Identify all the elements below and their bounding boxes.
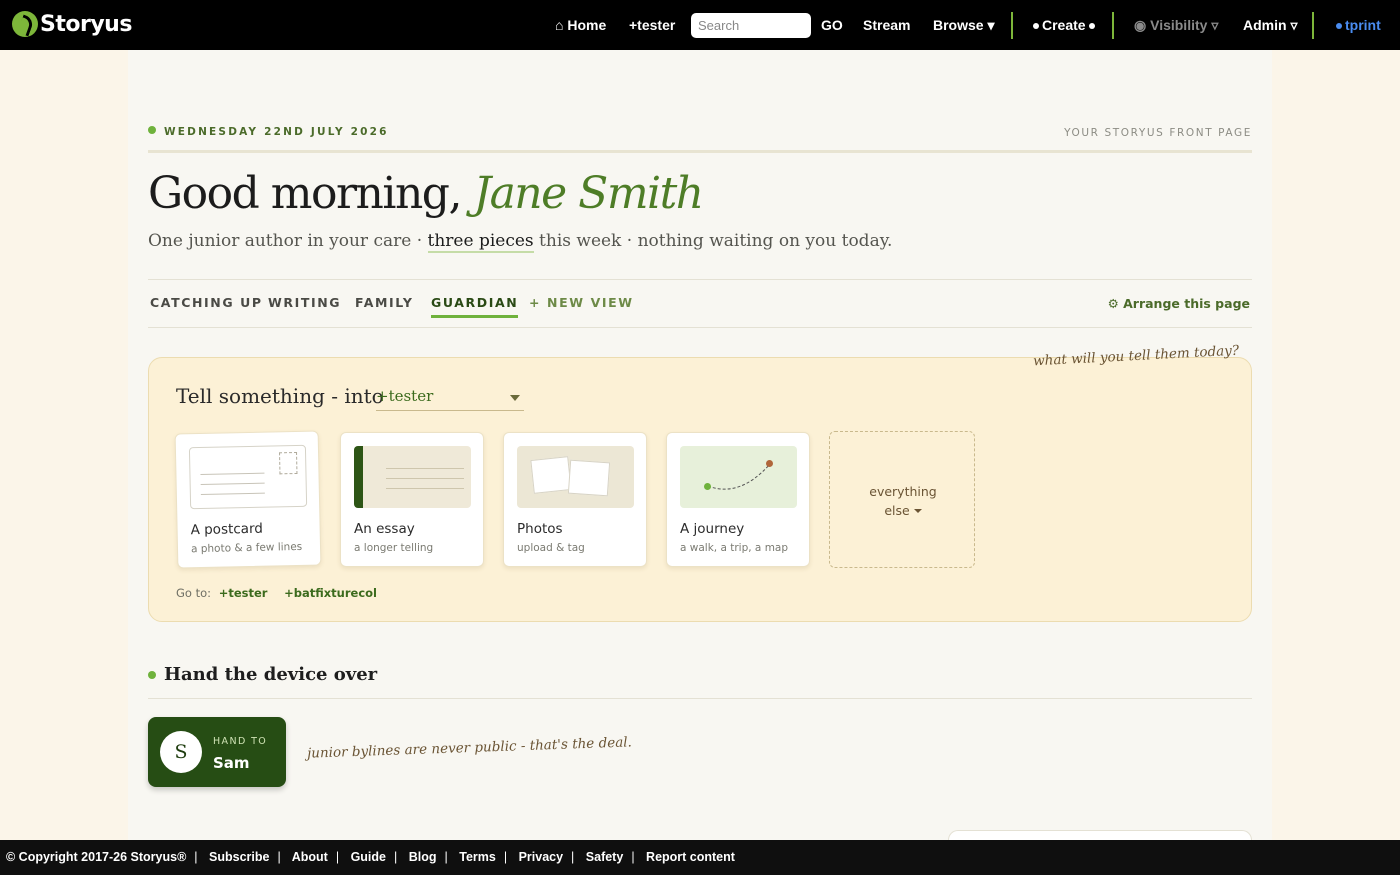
eye-icon: ◉	[1134, 16, 1151, 33]
footer-privacy[interactable]: Privacy	[519, 850, 563, 864]
footer-report-content[interactable]: Report content	[646, 850, 735, 864]
tile-title: Photos	[517, 521, 563, 537]
tile-subtitle: a photo & a few lines	[190, 540, 303, 556]
postcard-icon	[188, 444, 308, 510]
nav-visibility[interactable]: ◉ Visibility ▿	[1134, 17, 1218, 34]
tab-new-view[interactable]: + NEW VIEW	[529, 295, 634, 310]
tab-family[interactable]: FAMILY	[355, 295, 414, 310]
nav-user[interactable]: tprint	[1333, 17, 1381, 33]
footer-safety[interactable]: Safety	[586, 850, 624, 864]
search-go-button[interactable]: GO	[821, 17, 843, 33]
status-dot-icon	[148, 126, 156, 134]
divider	[148, 698, 1252, 699]
destination-select[interactable]: +tester	[376, 387, 524, 411]
tab-guardian[interactable]: GUARDIAN	[431, 295, 519, 318]
nav-visibility-label: Visibility ▿	[1150, 16, 1219, 33]
footer-subscribe[interactable]: Subscribe	[209, 850, 269, 864]
footer-blog[interactable]: Blog	[409, 850, 437, 864]
nav-create-label: Create	[1042, 17, 1086, 33]
nav-browse[interactable]: Browse ▾	[933, 17, 995, 34]
compose-heading: Tell something - into	[176, 384, 384, 408]
tile-title: A postcard	[190, 520, 264, 539]
chevron-down-icon	[913, 509, 922, 513]
footer-about[interactable]: About	[292, 850, 328, 864]
tile-subtitle: a longer telling	[354, 542, 434, 554]
hand-to-name: Sam	[213, 754, 250, 772]
online-dot-icon	[1336, 23, 1342, 30]
goto-links: Go to: +tester +batfixturecol	[176, 586, 386, 600]
summary-part2: this week · nothing waiting on you today…	[533, 231, 893, 251]
nav-stream[interactable]: Stream	[863, 17, 910, 33]
search-input[interactable]	[691, 13, 811, 38]
divider	[148, 327, 1252, 328]
destination-value: +tester	[376, 387, 434, 405]
footer-guide[interactable]: Guide	[351, 850, 386, 864]
tile-title: An essay	[354, 521, 415, 537]
footer-links: © Copyright 2017-26 Storyus® | Subscribe |…	[6, 850, 735, 864]
nav-home[interactable]: ⌂ Home	[555, 17, 606, 33]
front-page-label: YOUR STORYUS FRONT PAGE	[1064, 127, 1252, 139]
copyright: © Copyright 2017-26 Storyus®	[6, 850, 187, 864]
nav-admin[interactable]: Admin ▿	[1243, 17, 1297, 34]
page-title: Good morning, Jane Smith	[148, 168, 704, 219]
leaf-logo-icon	[12, 11, 38, 37]
map-route-icon	[680, 446, 797, 508]
photos-icon	[517, 446, 634, 508]
footer: © Copyright 2017-26 Storyus® | Subscribe |…	[0, 840, 1400, 875]
brand-logo[interactable]: Storyus	[12, 11, 132, 37]
chevron-down-icon	[510, 395, 520, 401]
user-name: Jane Smith	[473, 168, 704, 219]
footer-terms[interactable]: Terms	[459, 850, 496, 864]
tile-subtitle: upload & tag	[517, 542, 585, 554]
summary-part1: One junior author in your care ·	[148, 231, 428, 251]
nav-divider	[1312, 12, 1314, 39]
nav-divider	[1112, 12, 1114, 39]
tab-writing[interactable]: WRITING	[268, 295, 341, 310]
nav-divider	[1011, 12, 1013, 39]
dot-icon	[1088, 23, 1095, 30]
nav-create[interactable]: Create	[1030, 17, 1098, 33]
hand-to-sam-button[interactable]: S HAND TO Sam	[148, 717, 286, 787]
hand-section-title: Hand the device over	[164, 664, 378, 685]
date-line: WEDNESDAY 22ND JULY 2026	[148, 126, 389, 138]
essay-tile[interactable]: An essay a longer telling	[340, 432, 484, 567]
status-dot-icon	[148, 671, 156, 679]
hand-to-label: HAND TO	[213, 736, 268, 747]
goto-label: Go to:	[176, 586, 212, 600]
arrange-page-button[interactable]: ⚙ Arrange this page	[1108, 296, 1250, 311]
greeting-text: Good morning,	[148, 168, 462, 219]
photos-tile[interactable]: Photos upload & tag	[503, 432, 647, 567]
goto-link-batfixturecol[interactable]: +batfixturecol	[284, 586, 377, 600]
tab-catching-up[interactable]: CATCHING UP	[150, 295, 263, 310]
top-nav: Storyus ⌂ Home +tester GO Stream Browse …	[0, 0, 1400, 50]
brand-name: Storyus	[40, 11, 132, 37]
essay-icon	[354, 446, 471, 508]
tile-subtitle: a walk, a trip, a map	[680, 542, 789, 554]
else-label-line1: everything	[869, 484, 937, 499]
summary-highlight-link[interactable]: three pieces	[427, 231, 534, 253]
dot-icon	[1033, 23, 1039, 30]
goto-link-tester[interactable]: +tester	[219, 586, 268, 600]
nav-user-label: tprint	[1345, 17, 1381, 33]
divider	[148, 150, 1252, 153]
tile-title: A journey	[680, 521, 745, 537]
next-section-cutoff	[148, 830, 448, 840]
postcard-tile[interactable]: A postcard a photo & a few lines	[174, 430, 322, 569]
summary-line: One junior author in your care · three p…	[148, 231, 893, 253]
section-title: Hand the device over	[148, 664, 377, 685]
everything-else-tile[interactable]: everything else	[829, 431, 975, 568]
divider	[148, 279, 1252, 280]
date-text: WEDNESDAY 22ND JULY 2026	[164, 126, 389, 138]
nav-tester[interactable]: +tester	[629, 17, 675, 33]
journey-tile[interactable]: A journey a walk, a trip, a map	[666, 432, 810, 567]
else-label-line2: else	[884, 503, 910, 518]
avatar: S	[160, 731, 202, 773]
